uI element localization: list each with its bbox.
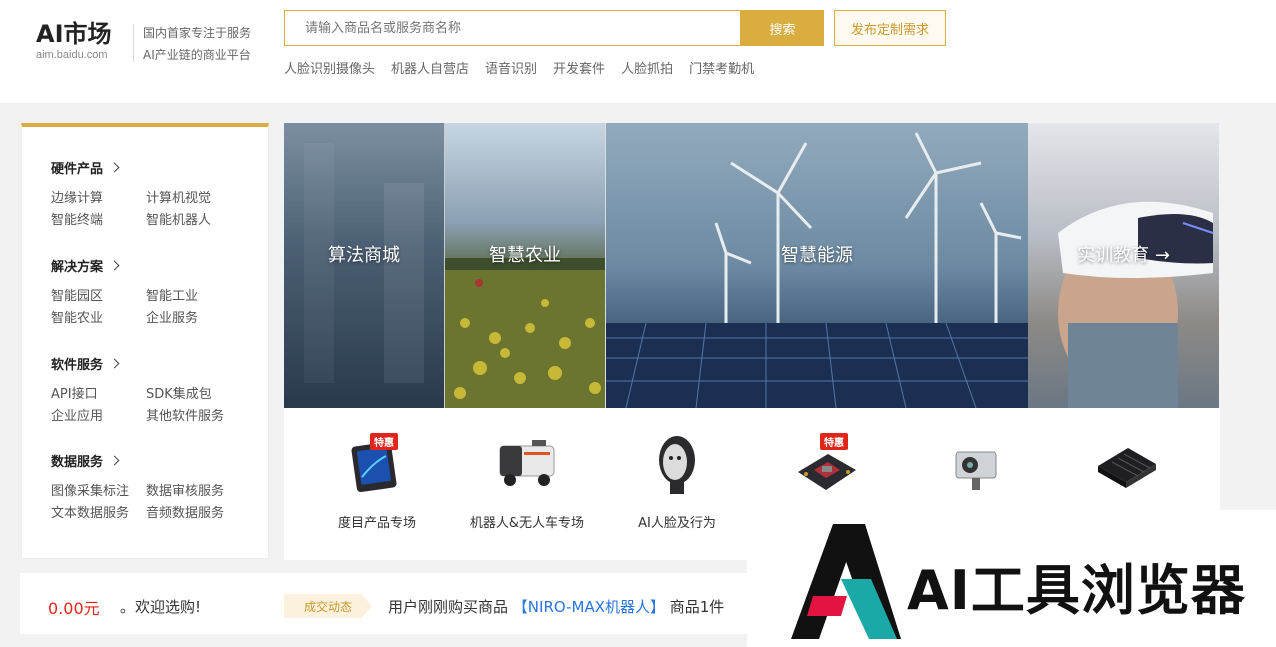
banner-panel-agriculture[interactable]: 智慧农业 (444, 123, 605, 408)
chevron-right-icon (109, 162, 120, 172)
category-link[interactable]: SDK集成包 (146, 383, 241, 402)
deal-product-link[interactable]: 【NIRO-MAX机器人】 (513, 598, 665, 616)
slogan-line-1: 国内首家专注于服务 (143, 26, 252, 40)
site-logo[interactable]: AI市场 aim.baidu.com (36, 20, 128, 62)
delivery-robot-icon (499, 440, 555, 486)
welcome-text: 。欢迎选购! (120, 598, 202, 616)
banner-panel-education[interactable]: 实训教育 → (1028, 123, 1219, 408)
category-link[interactable]: 文本数据服务 (51, 502, 146, 521)
discount-badge: 特惠 (820, 433, 848, 450)
deal-tag: 成交动态 (284, 594, 372, 618)
deal-prefix: 用户刚刚购买商品 (388, 598, 509, 616)
category-link[interactable]: 智能终端 (51, 209, 146, 228)
product-card[interactable]: 特惠 度目产品专场 (302, 432, 452, 531)
category-link[interactable]: 智能园区 (51, 285, 146, 304)
deal-ticker: 0.00元 。欢迎选购! 成交动态 用户刚刚购买商品 【NIRO-MAX机器人】… (20, 573, 750, 634)
category-title[interactable]: 硬件产品 (51, 157, 241, 177)
banner-label: 智慧能源 (781, 245, 853, 266)
category-link[interactable]: 智能农业 (51, 307, 146, 326)
hot-word-link[interactable]: 机器人自营店 (391, 58, 469, 77)
chevron-right-icon (109, 260, 120, 270)
chevron-right-icon (109, 358, 120, 368)
logo-divider (133, 24, 134, 62)
hero-banner: 算法商城 智慧农业 智慧能源 实训教育 → (284, 123, 1219, 408)
deal-message: 用户刚刚购买商品 【NIRO-MAX机器人】 商品1件 (388, 596, 724, 617)
banner-label: 实训教育 → (1077, 245, 1170, 266)
category-hardware: 硬件产品 边缘计算 计算机视觉 智能终端 智能机器人 (51, 157, 241, 229)
logo-main-text: AI市场 (36, 20, 112, 48)
robot-face-icon (659, 436, 695, 494)
camera-module-icon (955, 451, 997, 490)
search-input[interactable] (285, 11, 740, 45)
category-data: 数据服务 图像采集标注 数据审核服务 文本数据服务 音频数据服务 (51, 450, 241, 522)
category-link[interactable]: 智能机器人 (146, 209, 241, 228)
category-link[interactable]: 企业服务 (146, 307, 241, 326)
category-link[interactable]: 图像采集标注 (51, 480, 146, 499)
category-link[interactable]: 计算机视觉 (146, 187, 241, 206)
chevron-right-icon (109, 455, 120, 465)
product-name: AI人脸及行为 (638, 516, 716, 531)
search-box (284, 10, 741, 46)
product-card[interactable] (902, 432, 1052, 512)
transaction-amount: 0.00元 (48, 599, 100, 618)
search-button[interactable]: 搜索 (741, 10, 824, 46)
product-name: 机器人&无人车专场 (469, 516, 585, 531)
category-link[interactable]: 音频数据服务 (146, 502, 241, 521)
deal-suffix: 商品1件 (669, 598, 725, 616)
publish-request-button[interactable]: 发布定制需求 (834, 10, 946, 46)
category-software: 软件服务 API接口 SDK集成包 企业应用 其他软件服务 (51, 353, 241, 425)
logo-sub-text: aim.baidu.com (36, 49, 108, 61)
product-card[interactable]: AI人脸及行为 (602, 432, 752, 531)
category-title[interactable]: 解决方案 (51, 255, 241, 275)
hot-word-link[interactable]: 人脸识别摄像头 (284, 58, 375, 77)
category-link[interactable]: 企业应用 (51, 405, 146, 424)
category-link[interactable]: 智能工业 (146, 285, 241, 304)
banner-label: 智慧农业 (489, 245, 561, 266)
category-title[interactable]: 软件服务 (51, 353, 241, 373)
hot-word-link[interactable]: 开发套件 (553, 58, 605, 77)
category-link[interactable]: 边缘计算 (51, 187, 146, 206)
banner-label: 算法商城 (328, 245, 400, 266)
hot-word-link[interactable]: 语音识别 (485, 58, 537, 77)
slogan-line-2: AI产业链的商业平台 (143, 48, 251, 62)
category-solutions: 解决方案 智能园区 智能工业 智能农业 企业服务 (51, 255, 241, 327)
watermark-overlay: AI工具浏览器 (747, 510, 1276, 647)
category-link[interactable]: API接口 (51, 383, 146, 402)
category-link[interactable]: 其他软件服务 (146, 405, 241, 424)
hot-word-link[interactable]: 人脸抓拍 (621, 58, 673, 77)
banner-panel-energy[interactable]: 智慧能源 (605, 123, 1028, 408)
product-name: 度目产品专场 (337, 516, 416, 531)
watermark-text: AI工具浏览器 (907, 559, 1246, 622)
product-card[interactable]: 机器人&无人车专场 (452, 432, 602, 531)
category-sidebar: 硬件产品 边缘计算 计算机视觉 智能终端 智能机器人 解决方案 智能园区 智能工… (21, 123, 269, 559)
product-card[interactable] (1052, 432, 1202, 512)
header: AI市场 aim.baidu.com 国内首家专注于服务 AI产业链的商业平台 … (0, 0, 1276, 103)
category-link[interactable]: 数据审核服务 (146, 480, 241, 499)
hot-search-words: 人脸识别摄像头 机器人自营店 语音识别 开发套件 人脸抓拍 门禁考勤机 (284, 58, 754, 77)
slogan: 国内首家专注于服务 AI产业链的商业平台 (143, 22, 251, 66)
dev-board-icon (1098, 448, 1156, 488)
discount-badge: 特惠 (370, 433, 398, 450)
hot-word-link[interactable]: 门禁考勤机 (689, 58, 754, 77)
product-card[interactable]: 特惠 (752, 432, 902, 512)
category-title[interactable]: 数据服务 (51, 450, 241, 470)
banner-panel-algorithm[interactable]: 算法商城 (284, 123, 444, 408)
